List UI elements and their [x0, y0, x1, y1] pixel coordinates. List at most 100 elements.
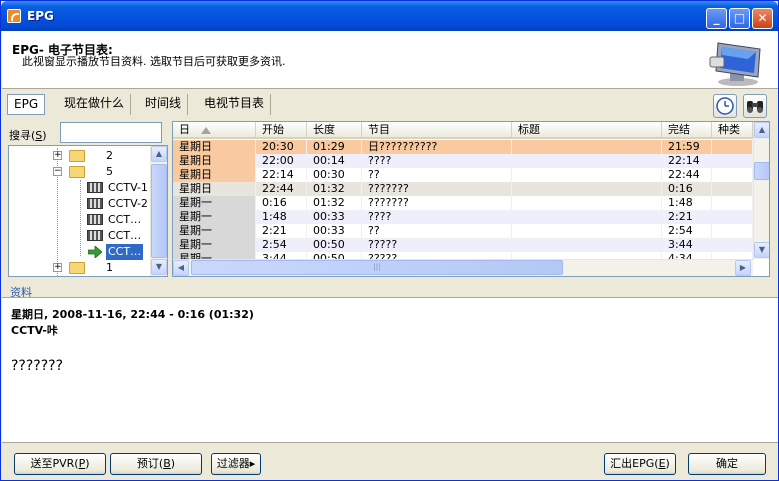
- tree-item[interactable]: + 2: [9, 148, 149, 164]
- cell-title: [512, 196, 662, 210]
- column-header-start[interactable]: 开始: [256, 122, 307, 139]
- scroll-left-icon[interactable]: ◀: [173, 260, 189, 276]
- table-row[interactable]: 星期一 2:21 00:33?? 2:54: [173, 224, 753, 238]
- tree-item-label: CCT…: [108, 213, 142, 226]
- channel-icon: [87, 182, 103, 193]
- grid-hscrollbar[interactable]: ◀ ||| ▶: [173, 259, 753, 276]
- tab-timeline[interactable]: 时间线: [139, 94, 189, 115]
- cell-start: 20:30: [256, 140, 307, 154]
- column-header-end[interactable]: 完结: [662, 122, 712, 139]
- triangle-right-icon: ▸: [249, 457, 256, 470]
- tab-now[interactable]: 现在做什么: [58, 94, 132, 115]
- minimize-button[interactable]: _: [706, 8, 727, 29]
- search-label: 搜寻(S): [9, 129, 47, 142]
- cell-start: 2:21: [256, 224, 307, 238]
- export-epg-button[interactable]: 汇出EPG(E): [604, 453, 676, 475]
- cell-day: 星期日: [173, 140, 256, 154]
- tree-item[interactable]: CCTV-2: [9, 196, 149, 212]
- cell-end: 2:21: [662, 210, 712, 224]
- filter-button[interactable]: 过滤器▸: [211, 453, 261, 475]
- cell-end: 1:48: [662, 196, 712, 210]
- cell-title: [512, 140, 662, 154]
- maximize-button[interactable]: □: [729, 8, 750, 29]
- grid-vscrollbar[interactable]: ▲ ▼: [753, 122, 769, 259]
- binoculars-icon: [747, 101, 763, 113]
- expand-icon[interactable]: +: [53, 263, 62, 272]
- tree-scrollbar[interactable]: ▲ ▼: [150, 146, 167, 276]
- scroll-right-icon[interactable]: ▶: [735, 260, 751, 276]
- cell-title: [512, 182, 662, 196]
- cell-end: 3:44: [662, 238, 712, 252]
- scroll-up-icon[interactable]: ▲: [754, 122, 769, 138]
- table-row[interactable]: 星期日 22:44 01:32??????? 0:16: [173, 182, 753, 196]
- cell-title: [512, 210, 662, 224]
- channel-tree: + 2 − 5 CCTV-1 CCTV-2 CCT… CCT… CCT… + 1…: [8, 145, 168, 277]
- column-header-day[interactable]: 日: [173, 122, 256, 139]
- scroll-thumb[interactable]: |||: [191, 260, 563, 275]
- close-button[interactable]: ✕: [752, 8, 773, 29]
- table-row[interactable]: 星期一 1:48 00:33???? 2:21: [173, 210, 753, 224]
- channel-icon: [87, 198, 103, 209]
- scroll-thumb[interactable]: [754, 162, 769, 180]
- cell-title: [512, 238, 662, 252]
- tree-item[interactable]: + 1: [9, 260, 149, 276]
- monitor-icon: [709, 42, 761, 86]
- epg-window: EPG _ □ ✕ EPG- 电子节目表: 此视窗显示播放节目资料. 选取节目后…: [0, 0, 779, 481]
- column-header-kind[interactable]: 种类: [712, 122, 753, 139]
- tab-tv-guide[interactable]: 电视节目表: [198, 94, 272, 115]
- cell-day: 星期一: [173, 196, 256, 210]
- tree-item[interactable]: CCT…: [9, 212, 149, 228]
- cell-start: 0:16: [256, 196, 307, 210]
- table-row[interactable]: 星期一 0:16 01:32??????? 1:48: [173, 196, 753, 210]
- page-subtitle: 此视窗显示播放节目资料. 选取节目后可获取更多资讯.: [22, 55, 286, 68]
- tree-item[interactable]: − 5: [9, 164, 149, 180]
- program-description: ???????: [11, 358, 64, 374]
- cell-kind: [712, 140, 753, 154]
- scroll-up-icon[interactable]: ▲: [151, 146, 167, 162]
- table-row[interactable]: 星期一 2:54 00:50????? 3:44: [173, 238, 753, 252]
- clock-button[interactable]: [713, 94, 737, 118]
- scroll-down-icon[interactable]: ▼: [151, 259, 167, 275]
- scroll-thumb[interactable]: [151, 164, 167, 258]
- cell-program: ??: [362, 168, 512, 182]
- cell-kind: [712, 210, 753, 224]
- cell-day: 星期一: [173, 238, 256, 252]
- table-row[interactable]: 星期日 20:30 01:29 日?????????? 21:59: [173, 140, 753, 154]
- tree-item[interactable]: CCT…: [9, 228, 149, 244]
- cell-kind: [712, 224, 753, 238]
- scroll-down-icon[interactable]: ▼: [754, 242, 769, 258]
- collapse-icon[interactable]: −: [53, 167, 62, 176]
- search-binoculars-button[interactable]: [743, 94, 767, 118]
- cell-start: 22:00: [256, 154, 307, 168]
- tree-item-label: CCT…: [106, 244, 144, 260]
- column-header-program[interactable]: 节目: [362, 122, 512, 139]
- cell-end: 21:59: [662, 140, 712, 154]
- ok-button[interactable]: 确定: [688, 453, 766, 475]
- column-header-length[interactable]: 长度: [307, 122, 362, 139]
- cell-kind: [712, 154, 753, 168]
- cell-length: 00:33: [307, 224, 362, 238]
- expand-icon[interactable]: +: [53, 151, 62, 160]
- cell-length: 01:32: [307, 182, 362, 196]
- program-time-summary: 星期日, 2008-11-16, 22:44 - 0:16 (01:32): [11, 308, 254, 321]
- table-row[interactable]: 星期日 22:14 00:30?? 22:44: [173, 168, 753, 182]
- cell-program: ???????: [362, 196, 512, 210]
- tree-item[interactable]: CCTV-1: [9, 180, 149, 196]
- tree-item-selected[interactable]: CCT…: [9, 244, 149, 260]
- book-button[interactable]: 预订(B): [110, 453, 202, 475]
- cell-start: 1:48: [256, 210, 307, 224]
- cell-end: 0:16: [662, 182, 712, 196]
- tab-epg[interactable]: EPG: [7, 94, 46, 115]
- search-input[interactable]: [60, 122, 162, 143]
- tree-item-label: CCT…: [108, 229, 142, 242]
- title-bar[interactable]: EPG _ □ ✕: [1, 1, 778, 31]
- channel-icon: [87, 230, 103, 241]
- column-header-title[interactable]: 标题: [512, 122, 662, 139]
- send-to-pvr-button[interactable]: 送至PVR(P): [14, 453, 106, 475]
- cell-day: 星期日: [173, 154, 256, 168]
- cell-program: ??: [362, 224, 512, 238]
- table-row[interactable]: 星期日 22:00 00:14???? 22:14: [173, 154, 753, 168]
- tree-item-label: CCTV-2: [108, 197, 148, 210]
- cell-day: 星期一: [173, 224, 256, 238]
- cell-title: [512, 224, 662, 238]
